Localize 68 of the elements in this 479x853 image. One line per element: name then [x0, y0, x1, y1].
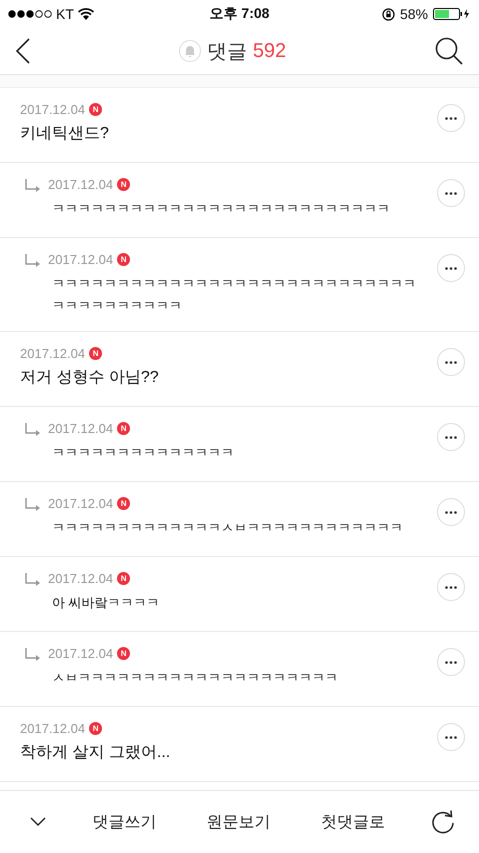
bell-icon[interactable] — [178, 40, 201, 62]
more-icon — [445, 360, 457, 364]
more-icon — [445, 266, 457, 270]
comment-date: 2017.12.04 — [48, 177, 114, 192]
comment-text: 아 씨바랔ㅋㅋㅋㅋ — [51, 594, 161, 612]
reply-arrow-icon — [24, 423, 42, 439]
carrier: KT — [56, 6, 74, 22]
battery-icon — [433, 8, 472, 20]
comment-date: 2017.12.04 — [20, 721, 86, 736]
new-badge: N — [117, 572, 130, 585]
more-icon — [445, 436, 457, 438]
comment-date: 2017.12.04 — [48, 646, 114, 661]
new-badge: N — [89, 103, 102, 116]
comment-text: 키네틱샌드? — [20, 124, 110, 144]
more-icon — [445, 586, 457, 588]
comment-text: 저거 성형수 아님?? — [20, 368, 160, 388]
comment-date: 2017.12.04 — [48, 496, 114, 511]
more-button[interactable] — [437, 254, 465, 282]
more-button[interactable] — [437, 498, 465, 526]
new-badge: N — [89, 347, 102, 360]
more-button[interactable] — [437, 723, 465, 751]
comment-date: 2017.12.04 — [20, 102, 86, 117]
reply-arrow-icon — [24, 498, 42, 514]
comment-text: ㅋㅋㅋㅋㅋㅋㅋㅋㅋㅋㅋㅋㅋㅋㅋㅋㅋㅋㅋㅋㅋㅋㅋㅋㅋㅋ — [51, 200, 391, 218]
toolbar-button[interactable]: 댓글쓰기 — [88, 808, 160, 836]
reply-arrow-icon — [24, 573, 42, 589]
more-button[interactable] — [437, 423, 465, 451]
more-icon — [445, 736, 457, 738]
comment-text: ㅋㅋㅋㅋㅋㅋㅋㅋㅋㅋㅋㅋㅋㅋ — [51, 444, 235, 462]
battery-percent: 58% — [400, 6, 428, 22]
more-icon — [445, 192, 457, 194]
signal-icon — [8, 10, 52, 18]
comment-date: 2017.12.04 — [48, 571, 114, 586]
reply-arrow-icon — [24, 254, 42, 270]
new-badge: N — [89, 722, 102, 735]
new-badge: N — [117, 178, 130, 191]
more-button[interactable] — [437, 179, 465, 207]
back-button[interactable] — [16, 38, 30, 64]
comment-count: 592 — [252, 40, 286, 62]
comment-date: 2017.12.04 — [20, 346, 86, 361]
more-icon — [445, 116, 457, 120]
new-badge: N — [117, 422, 130, 435]
toolbar-button[interactable]: 원문보기 — [202, 808, 274, 836]
more-icon — [445, 660, 457, 664]
new-badge: N — [117, 253, 130, 266]
collapse-button[interactable] — [30, 817, 46, 827]
comment-text: ㅋㅋㅋㅋㅋㅋㅋㅋㅋㅋㅋㅋㅋㅋㅋㅋㅋㅋㅋㅋㅋㅋㅋㅋㅋㅋㅋㅋㅋㅋㅋㅋㅋㅋㅋㅋㅋㅋ — [51, 275, 417, 315]
new-badge: N — [117, 647, 130, 660]
comment-text: ㅅㅂㅋㅋㅋㅋㅋㅋㅋㅋㅋㅋㅋㅋㅋㅋㅋㅋㅋㅋㅋㅋ — [51, 669, 339, 687]
more-button[interactable] — [437, 348, 465, 376]
more-icon — [445, 510, 457, 514]
wifi-icon — [78, 8, 94, 20]
reply-arrow-icon — [24, 648, 42, 664]
comment-date: 2017.12.04 — [48, 421, 114, 436]
search-button[interactable] — [435, 37, 463, 65]
comment-text: 착하게 살지 그랬어... — [20, 743, 172, 763]
rotation-lock-icon — [382, 8, 395, 20]
toolbar-button[interactable]: 첫댓글로 — [316, 808, 389, 836]
more-button[interactable] — [437, 648, 465, 676]
comment-date: 2017.12.04 — [48, 252, 114, 267]
comment-text: ㅋㅋㅋㅋㅋㅋㅋㅋㅋㅋㅋㅋㅋㅅㅂㅋㅋㅋㅋㅋㅋㅋㅋㅋㅋㅋㅋ — [51, 519, 404, 537]
more-button[interactable] — [437, 573, 465, 601]
refresh-button[interactable] — [431, 810, 455, 834]
page-title: 댓글 — [206, 40, 247, 64]
new-badge: N — [117, 497, 130, 510]
clock: 오후 7:08 — [210, 5, 270, 23]
more-button[interactable] — [437, 104, 465, 132]
reply-arrow-icon — [24, 179, 42, 195]
